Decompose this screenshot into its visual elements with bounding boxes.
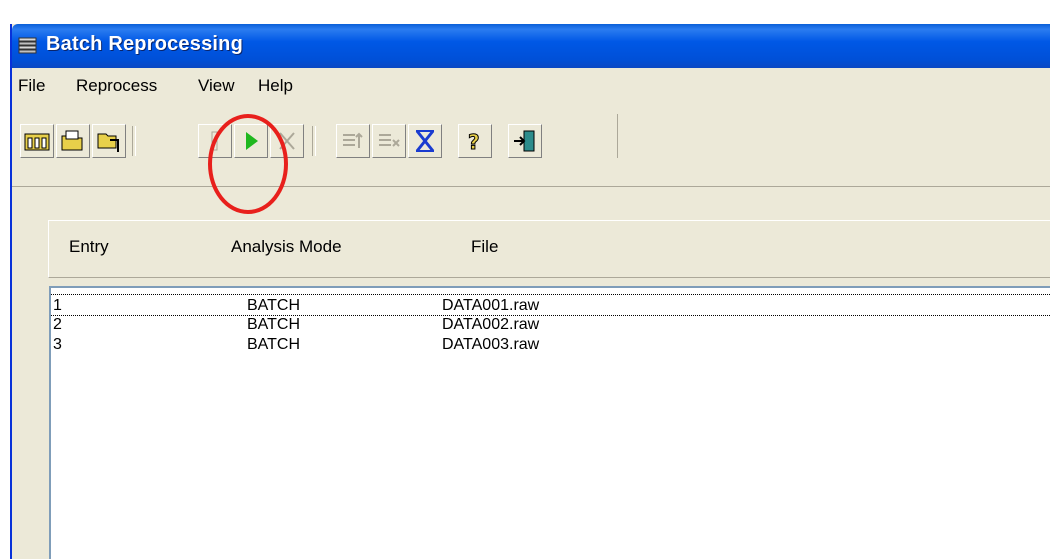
- mode-cell: BATCH: [247, 336, 301, 353]
- open-batch-button[interactable]: [56, 124, 90, 158]
- entry-cell: 1: [53, 297, 62, 314]
- title-bar[interactable]: Batch Reprocessing: [12, 24, 1050, 68]
- app-icon: [18, 35, 38, 55]
- clear-icon: [415, 130, 435, 152]
- question-mark-icon: ?: [468, 130, 481, 155]
- exit-door-icon: [514, 130, 535, 152]
- mode-cell: BATCH: [247, 316, 301, 333]
- save-batch-button[interactable]: [92, 124, 126, 158]
- toolbar-area: ?: [12, 106, 1050, 187]
- toolbar: ?: [12, 114, 618, 158]
- file-cell: DATA003.raw: [442, 336, 540, 353]
- pause-button[interactable]: [198, 124, 232, 158]
- column-header-file[interactable]: File: [471, 237, 498, 257]
- list-delete-icon: [379, 134, 400, 147]
- toolbar-separator: [132, 126, 136, 156]
- menu-file[interactable]: File: [18, 76, 45, 96]
- move-up-button[interactable]: [336, 124, 370, 158]
- list-item[interactable]: 2 BATCH DATA002.raw: [51, 314, 1050, 334]
- menu-view[interactable]: View: [198, 76, 235, 96]
- new-batch-button[interactable]: [20, 124, 54, 158]
- menu-reprocess[interactable]: Reprocess: [76, 76, 157, 96]
- delete-entry-button[interactable]: [372, 124, 406, 158]
- cancel-icon: [279, 132, 295, 150]
- open-folder-icon: [61, 130, 83, 151]
- menu-help[interactable]: Help: [258, 76, 293, 96]
- list-item[interactable]: 1 BATCH DATA001.raw: [51, 294, 1050, 316]
- clear-all-button[interactable]: [408, 124, 442, 158]
- entry-cell: 2: [53, 316, 62, 333]
- stop-button[interactable]: [270, 124, 304, 158]
- help-button[interactable]: ?: [458, 124, 492, 158]
- column-header-analysis-mode[interactable]: Analysis Mode: [231, 237, 342, 257]
- list-up-icon: [343, 132, 363, 148]
- file-cell: DATA002.raw: [442, 316, 540, 333]
- window-title: Batch Reprocessing: [46, 33, 243, 55]
- list-item[interactable]: 3 BATCH DATA003.raw: [51, 334, 1050, 354]
- menu-bar: File Reprocess View Help: [12, 68, 1050, 102]
- column-header-entry[interactable]: Entry: [69, 237, 109, 257]
- toolbar-separator: [312, 126, 316, 156]
- list-header: Entry Analysis Mode File: [48, 220, 1050, 278]
- entry-cell: 3: [53, 336, 62, 353]
- play-icon: [246, 132, 258, 150]
- pause-icon: [211, 131, 218, 151]
- exit-button[interactable]: [508, 124, 542, 158]
- svg-text:?: ?: [468, 130, 480, 154]
- batch-icon: [24, 133, 50, 151]
- mode-cell: BATCH: [247, 297, 301, 314]
- folder-arrow-icon: [97, 133, 119, 152]
- file-cell: DATA001.raw: [442, 297, 540, 314]
- batch-entry-list[interactable]: 1 BATCH DATA001.raw 2 BATCH DATA002.raw …: [49, 286, 1050, 559]
- start-button[interactable]: [234, 124, 268, 158]
- batch-reprocessing-window: Batch Reprocessing File Reprocess View H…: [10, 24, 1050, 559]
